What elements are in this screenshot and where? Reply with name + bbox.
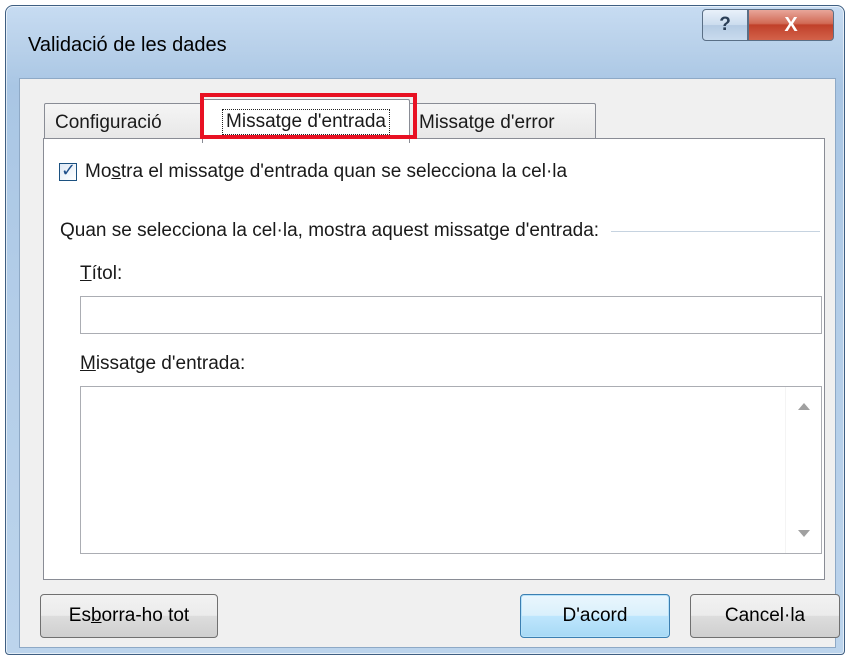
show-input-message-option[interactable]: Mostra el missatge d'entrada quan se sel… <box>59 160 568 183</box>
show-input-message-checkbox[interactable] <box>59 160 77 181</box>
section-header: Quan se selecciona la cel·la, mostra aqu… <box>60 220 820 242</box>
title-input[interactable] <box>80 296 822 334</box>
help-icon: ? <box>719 14 731 35</box>
checkbox-label: Mostra el missatge d'entrada quan se sel… <box>85 161 568 182</box>
cancel-button[interactable]: Cancel·la <box>690 594 840 638</box>
tab-label: Configuració <box>55 111 162 133</box>
tab-configuracio[interactable]: Configuració <box>44 103 204 141</box>
section-divider <box>611 230 820 232</box>
message-textarea[interactable] <box>80 386 822 554</box>
dialog-body: Configuració Missatge d'entrada Missatge… <box>19 78 840 648</box>
tab-label: Missatge d'error <box>419 111 555 133</box>
tab-missatge-entrada[interactable]: Missatge d'entrada <box>202 99 410 143</box>
close-icon: X <box>784 13 798 36</box>
clear-all-button[interactable]: Esborra-ho tot <box>40 594 218 638</box>
clear-all-label: Esborra-ho tot <box>68 605 190 626</box>
title-label: Títol: <box>80 263 123 284</box>
scroll-up-icon[interactable] <box>798 403 810 410</box>
dialog-window: Validació de les dades ? X Configuració … <box>5 5 845 655</box>
tab-panel: Mostra el missatge d'entrada quan se sel… <box>43 138 825 580</box>
tab-missatge-error[interactable]: Missatge d'error <box>408 103 596 141</box>
ok-button[interactable]: D'acord <box>520 594 670 638</box>
section-header-text: Quan se selecciona la cel·la, mostra aqu… <box>60 220 600 241</box>
close-button[interactable]: X <box>748 9 834 41</box>
message-scrollbar[interactable] <box>785 387 821 553</box>
message-label: Missatge d'entrada: <box>80 353 246 374</box>
help-button[interactable]: ? <box>702 9 748 41</box>
tab-label: Missatge d'entrada <box>222 108 390 135</box>
scroll-down-icon[interactable] <box>798 530 810 537</box>
title-bar[interactable]: Validació de les dades ? X <box>6 6 844 78</box>
window-title: Validació de les dades <box>28 34 227 56</box>
